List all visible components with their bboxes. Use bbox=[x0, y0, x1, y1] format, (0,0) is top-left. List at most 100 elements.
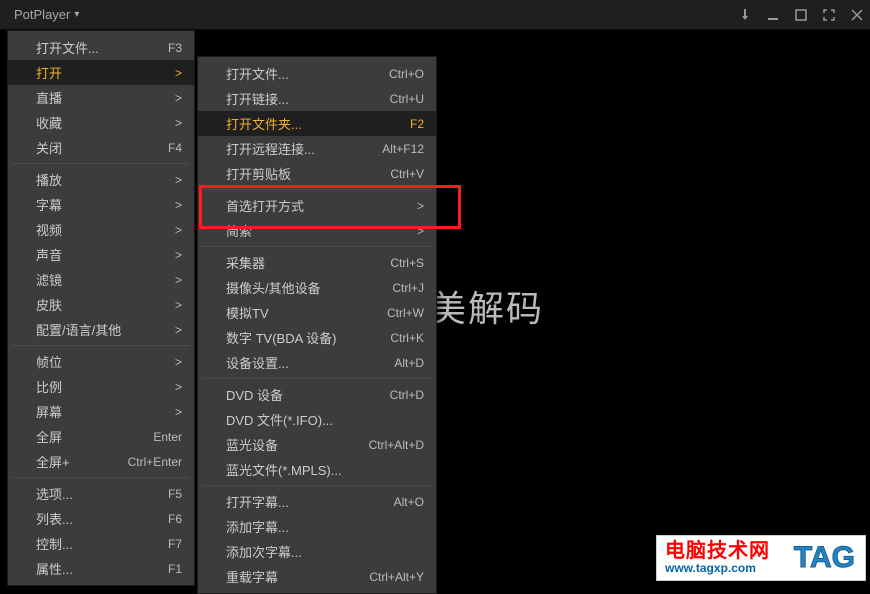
menu-item-label: 简索 bbox=[226, 221, 252, 240]
main-menu-item[interactable]: 皮肤 > bbox=[8, 292, 194, 317]
menu-item-label: 皮肤 bbox=[36, 295, 62, 314]
menu-item-label: 打开文件... bbox=[36, 38, 99, 57]
open-menu-item[interactable]: 打开文件夹...F2 bbox=[198, 111, 436, 136]
main-context-menu: 打开文件...F3打开>直播>收藏>关闭F4播放>字幕>视频>声音>滤镜>皮肤>… bbox=[7, 30, 195, 586]
menu-item-label: 配置/语言/其他 bbox=[36, 320, 121, 339]
main-menu-item[interactable]: 全屏Enter bbox=[8, 424, 194, 449]
menu-item-shortcut: Alt+O bbox=[394, 495, 424, 509]
open-menu-item[interactable]: 采集器Ctrl+S bbox=[198, 250, 436, 275]
maximize-button[interactable] bbox=[794, 8, 808, 22]
fullscreen-button[interactable] bbox=[822, 8, 836, 22]
menu-item-shortcut: F6 bbox=[168, 512, 182, 526]
submenu-arrow-icon: > bbox=[175, 355, 182, 369]
menu-item-shortcut: F5 bbox=[168, 487, 182, 501]
main-menu-item[interactable]: 直播> bbox=[8, 85, 194, 110]
main-menu-item[interactable]: 控制...F7 bbox=[8, 531, 194, 556]
open-menu-item[interactable]: 打开链接...Ctrl+U bbox=[198, 86, 436, 111]
menu-item-label: 打开剪贴板 bbox=[226, 164, 291, 183]
main-menu-separator bbox=[12, 163, 190, 164]
submenu-arrow-icon: > bbox=[175, 273, 182, 287]
menu-item-label: 列表... bbox=[36, 509, 73, 528]
main-menu-item[interactable]: 收藏 > bbox=[8, 110, 194, 135]
menu-item-shortcut: Ctrl+K bbox=[390, 331, 424, 345]
open-menu-item[interactable]: 简索> bbox=[198, 218, 436, 243]
menu-item-shortcut: F4 bbox=[168, 141, 182, 155]
open-menu-item[interactable]: 打开远程连接...Alt+F12 bbox=[198, 136, 436, 161]
menu-item-label: 采集器 bbox=[226, 253, 265, 272]
menu-item-label: DVD 文件(*.IFO)... bbox=[226, 410, 333, 429]
open-menu-item[interactable]: 摄像头/其他设备Ctrl+J bbox=[198, 275, 436, 300]
open-menu-item[interactable]: DVD 设备Ctrl+D bbox=[198, 382, 436, 407]
menu-item-label: 打开字幕... bbox=[226, 492, 289, 511]
menu-item-label: 选项... bbox=[36, 484, 73, 503]
app-title: PotPlayer bbox=[14, 7, 70, 22]
menu-item-label: 字幕 bbox=[36, 195, 62, 214]
menu-item-label: 比例 bbox=[36, 377, 62, 396]
menu-item-shortcut: F1 bbox=[168, 562, 182, 576]
open-menu-item[interactable]: 首选打开方式 > bbox=[198, 193, 436, 218]
menu-item-shortcut: Ctrl+Alt+Y bbox=[369, 570, 424, 584]
menu-item-label: 收藏 bbox=[36, 113, 62, 132]
main-menu-item[interactable]: 字幕> bbox=[8, 192, 194, 217]
menu-item-label: 添加次字幕... bbox=[226, 542, 302, 561]
main-menu-item[interactable]: 打开> bbox=[8, 60, 194, 85]
submenu-arrow-icon: > bbox=[175, 66, 182, 80]
submenu-arrow-icon: > bbox=[175, 116, 182, 130]
open-menu-separator bbox=[202, 246, 432, 247]
submenu-arrow-icon: > bbox=[417, 199, 424, 213]
badge-label: TAG bbox=[794, 541, 865, 575]
menu-item-shortcut: Enter bbox=[153, 430, 182, 444]
open-menu-separator bbox=[202, 485, 432, 486]
main-menu-item[interactable]: 全屏+Ctrl+Enter bbox=[8, 449, 194, 474]
open-menu-item[interactable]: DVD 文件(*.IFO)... bbox=[198, 407, 436, 432]
main-menu-item[interactable]: 滤镜> bbox=[8, 267, 194, 292]
chevron-down-icon: ▾ bbox=[74, 9, 79, 20]
main-menu-item[interactable]: 比例> bbox=[8, 374, 194, 399]
pin-button[interactable] bbox=[738, 8, 752, 22]
main-menu-item[interactable]: 帧位> bbox=[8, 349, 194, 374]
main-menu-item[interactable]: 关闭F4 bbox=[8, 135, 194, 160]
open-menu-item[interactable]: 添加次字幕... bbox=[198, 539, 436, 564]
main-menu-item[interactable]: 视频> bbox=[8, 217, 194, 242]
main-menu-item[interactable]: 声音> bbox=[8, 242, 194, 267]
open-menu-item[interactable]: 数字 TV(BDA 设备)Ctrl+K bbox=[198, 325, 436, 350]
menu-item-label: 控制... bbox=[36, 534, 73, 553]
menu-item-shortcut: Ctrl+J bbox=[392, 281, 424, 295]
submenu-arrow-icon: > bbox=[175, 91, 182, 105]
open-menu-item[interactable]: 模拟TV Ctrl+W bbox=[198, 300, 436, 325]
menu-item-label: 模拟TV bbox=[226, 303, 269, 322]
open-menu-item[interactable]: 打开剪贴板 Ctrl+V bbox=[198, 161, 436, 186]
open-menu-item[interactable]: 蓝光文件(*.MPLS)... bbox=[198, 457, 436, 482]
main-menu-item[interactable]: 列表... F6 bbox=[8, 506, 194, 531]
main-menu-item[interactable]: 选项... F5 bbox=[8, 481, 194, 506]
open-menu-item[interactable]: 打开字幕... Alt+O bbox=[198, 489, 436, 514]
main-menu-item[interactable]: 属性...F1 bbox=[8, 556, 194, 581]
main-menu-item[interactable]: 打开文件...F3 bbox=[8, 35, 194, 60]
open-menu-item[interactable]: 打开文件...Ctrl+O bbox=[198, 61, 436, 86]
minimize-button[interactable] bbox=[766, 8, 780, 22]
menu-item-label: 视频 bbox=[36, 220, 62, 239]
menu-item-label: 蓝光文件(*.MPLS)... bbox=[226, 460, 342, 479]
close-button[interactable] bbox=[850, 8, 864, 22]
menu-item-label: 首选打开方式 bbox=[226, 196, 304, 215]
open-menu-separator bbox=[202, 378, 432, 379]
menu-item-label: 屏幕 bbox=[36, 402, 62, 421]
main-menu-item[interactable]: 播放> bbox=[8, 167, 194, 192]
open-menu-item[interactable]: 重载字幕Ctrl+Alt+Y bbox=[198, 564, 436, 589]
menu-item-shortcut: Ctrl+V bbox=[390, 167, 424, 181]
open-menu-separator bbox=[202, 189, 432, 190]
menu-item-shortcut: Ctrl+W bbox=[387, 306, 424, 320]
menu-item-label: 声音 bbox=[36, 245, 62, 264]
menu-item-label: 打开文件夹... bbox=[226, 114, 302, 133]
submenu-arrow-icon: > bbox=[175, 298, 182, 312]
app-menu-button[interactable]: PotPlayer ▾ bbox=[14, 7, 79, 22]
open-menu-item[interactable]: 添加字幕... bbox=[198, 514, 436, 539]
main-menu-item[interactable]: 配置/语言/其他> bbox=[8, 317, 194, 342]
main-menu-item[interactable]: 屏幕> bbox=[8, 399, 194, 424]
menu-item-label: 设备设置... bbox=[226, 353, 289, 372]
open-menu-item[interactable]: 设备设置...Alt+D bbox=[198, 350, 436, 375]
open-menu-item[interactable]: 蓝光设备Ctrl+Alt+D bbox=[198, 432, 436, 457]
menu-item-shortcut: Ctrl+D bbox=[390, 388, 424, 402]
menu-item-label: 打开链接... bbox=[226, 89, 289, 108]
title-bar: PotPlayer ▾ bbox=[0, 0, 870, 30]
